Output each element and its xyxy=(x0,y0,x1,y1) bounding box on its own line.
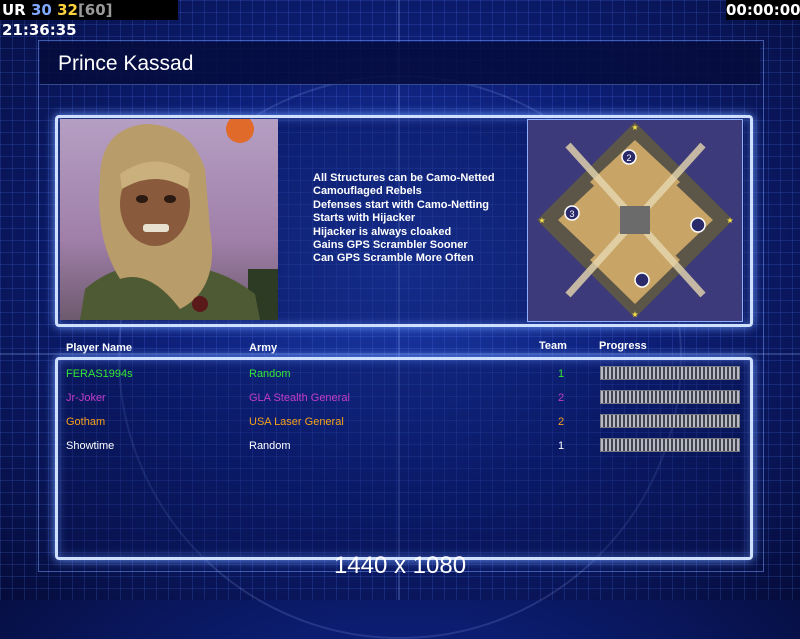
hud-stats: UR 30 32[60] 21:36:35 xyxy=(0,0,178,39)
hud-bracket-value: [60] xyxy=(77,1,113,19)
player-army: Random xyxy=(249,440,291,452)
progress-bar xyxy=(600,390,740,404)
start-marker-label: 3 xyxy=(569,209,574,219)
minimap[interactable]: 2 3 ★ ★ ★ ★ xyxy=(527,119,743,322)
player-name: FERAS1994s xyxy=(66,368,133,380)
general-portrait xyxy=(60,119,278,320)
trait-item: Hijacker is always cloaked xyxy=(313,225,452,238)
player-army: Random xyxy=(249,368,291,380)
trait-item: All Structures can be Camo-Netted xyxy=(313,172,495,184)
start-marker-empty xyxy=(634,272,650,288)
player-army: GLA Stealth General xyxy=(249,392,350,404)
start-marker-label: 2 xyxy=(626,153,631,163)
trait-item: Defenses start with Camo-Netting xyxy=(313,198,490,211)
player-team: 1 xyxy=(558,368,565,380)
trait-item: Gains GPS Scrambler Sooner xyxy=(313,239,468,252)
hud-value-yellow: 32 xyxy=(57,1,78,19)
header-team: Team xyxy=(539,340,567,352)
start-marker-3: 3 xyxy=(564,205,580,221)
player-army: USA Laser General xyxy=(249,416,344,428)
star-icon: ★ xyxy=(726,216,733,225)
player-name: Gotham xyxy=(66,416,106,428)
table-row: Jr-Joker GLA Stealth General 2 xyxy=(0,388,800,408)
general-traits: All Structures can be Camo-Netted Camouf… xyxy=(313,172,495,266)
star-icon: ★ xyxy=(631,310,638,319)
hud-timer-text: 00:00:00 xyxy=(726,1,800,19)
minimap-image: 2 3 ★ ★ ★ ★ xyxy=(528,120,742,321)
hud-prefix: UR xyxy=(2,1,26,19)
star-icon: ★ xyxy=(631,123,638,132)
progress-bar xyxy=(600,438,740,452)
trait-item: Can GPS Scramble More Often xyxy=(313,252,474,265)
table-row: Showtime Random 1 xyxy=(0,436,800,456)
header-army: Army xyxy=(249,342,278,354)
table-row: Gotham USA Laser General 2 xyxy=(0,412,800,432)
hud-timer: 00:00:00 xyxy=(726,0,800,20)
star-icon: ★ xyxy=(538,216,545,225)
hud-value-blue: 30 xyxy=(30,1,52,19)
player-name: Showtime xyxy=(66,440,115,452)
portrait-image xyxy=(60,119,278,320)
start-marker-empty xyxy=(690,217,706,233)
hud-clock: 21:36:35 xyxy=(2,21,77,39)
trait-item: Starts with Hijacker xyxy=(313,212,416,225)
progress-bar xyxy=(600,366,740,380)
header-player-name: Player Name xyxy=(66,342,133,354)
resolution-label: 1440 x 1080 xyxy=(333,552,467,579)
trait-item: Camouflaged Rebels xyxy=(313,185,422,198)
progress-bar xyxy=(600,414,740,428)
player-team: 2 xyxy=(558,392,565,404)
player-team: 2 xyxy=(558,416,565,428)
general-name: Prince Kassad xyxy=(58,52,194,75)
player-name: Jr-Joker xyxy=(66,392,106,404)
header-progress: Progress xyxy=(599,340,647,352)
player-team: 1 xyxy=(558,440,565,452)
start-marker-2: 2 xyxy=(621,149,637,165)
table-row: FERAS1994s Random 1 xyxy=(0,364,800,384)
